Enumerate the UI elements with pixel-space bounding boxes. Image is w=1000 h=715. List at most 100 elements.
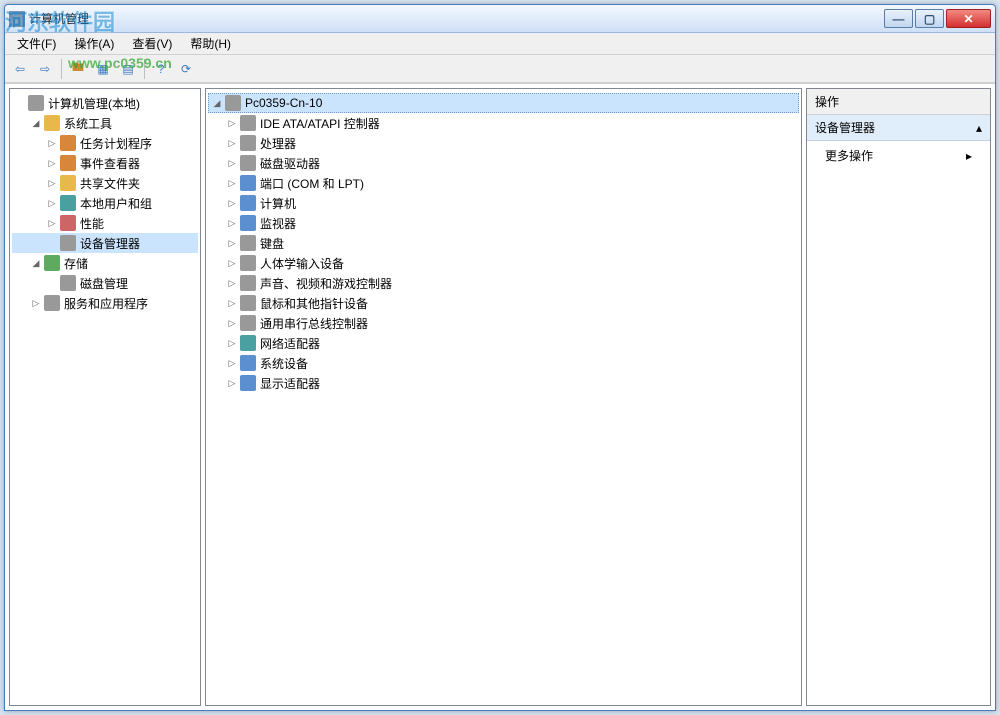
device-network[interactable]: ▷网络适配器	[208, 333, 799, 353]
view-button-1[interactable]: ▦	[92, 58, 114, 80]
device-root[interactable]: ◢Pc0359-Cn-10	[208, 93, 799, 113]
expander-icon[interactable]: ▷	[30, 297, 42, 309]
up-button[interactable]: 🖿	[67, 58, 89, 80]
tree-task-scheduler[interactable]: ▷任务计划程序	[12, 133, 198, 153]
expander-icon[interactable]: ▷	[226, 117, 238, 129]
event-icon	[60, 155, 76, 171]
device-keyboard[interactable]: ▷键盘	[208, 233, 799, 253]
storage-icon	[44, 255, 60, 271]
device-hid[interactable]: ▷人体学输入设备	[208, 253, 799, 273]
toolbar-separator	[61, 59, 62, 79]
expander-icon[interactable]: ▷	[46, 157, 58, 169]
titlebar[interactable]: 计算机管理 — ▢ ✕	[5, 5, 995, 33]
device-cpu[interactable]: ▷处理器	[208, 133, 799, 153]
expander-icon[interactable]: ▷	[226, 257, 238, 269]
menu-file[interactable]: 文件(F)	[9, 33, 64, 54]
minimize-button[interactable]: —	[884, 9, 913, 28]
tools-icon	[44, 115, 60, 131]
tree-shared-folders[interactable]: ▷共享文件夹	[12, 173, 198, 193]
actions-section-label: 设备管理器	[815, 119, 875, 136]
perf-icon	[60, 215, 76, 231]
expander-icon[interactable]: ▷	[226, 277, 238, 289]
tree-event-viewer[interactable]: ▷事件查看器	[12, 153, 198, 173]
tree-root-computer-mgmt[interactable]: ▷计算机管理(本地)	[12, 93, 198, 113]
tree-device-manager[interactable]: ▷设备管理器	[12, 233, 198, 253]
expander-icon[interactable]: ◢	[211, 97, 223, 109]
expander-icon[interactable]: ◢	[30, 117, 42, 129]
tree-disk-mgmt[interactable]: ▷磁盘管理	[12, 273, 198, 293]
disk-icon	[240, 155, 256, 171]
device-mouse[interactable]: ▷鼠标和其他指针设备	[208, 293, 799, 313]
toolbar-separator	[144, 59, 145, 79]
expander-icon[interactable]: ▷	[226, 177, 238, 189]
expander-icon[interactable]: ▷	[46, 217, 58, 229]
expander-icon[interactable]: ▷	[226, 237, 238, 249]
tree-system-tools[interactable]: ◢系统工具	[12, 113, 198, 133]
device-monitor[interactable]: ▷监视器	[208, 213, 799, 233]
close-button[interactable]: ✕	[946, 9, 991, 28]
tree-local-users[interactable]: ▷本地用户和组	[12, 193, 198, 213]
expander-icon[interactable]: ▷	[226, 337, 238, 349]
maximize-button[interactable]: ▢	[915, 9, 944, 28]
expander-icon[interactable]: ▷	[226, 217, 238, 229]
device-ports[interactable]: ▷端口 (COM 和 LPT)	[208, 173, 799, 193]
cpu-icon	[240, 135, 256, 151]
device-sound[interactable]: ▷声音、视频和游戏控制器	[208, 273, 799, 293]
tree-performance[interactable]: ▷性能	[12, 213, 198, 233]
actions-more[interactable]: 更多操作 ▸	[807, 141, 990, 170]
network-icon	[240, 335, 256, 351]
expander-icon[interactable]: ▷	[46, 197, 58, 209]
app-icon	[9, 11, 25, 27]
expander-icon[interactable]: ◢	[30, 257, 42, 269]
content-area: ▷计算机管理(本地) ◢系统工具 ▷任务计划程序 ▷事件查看器 ▷共享文件夹 ▷…	[5, 83, 995, 710]
usb-icon	[240, 315, 256, 331]
forward-button[interactable]: ⇨	[34, 58, 56, 80]
window-title: 计算机管理	[29, 10, 89, 27]
device-computer[interactable]: ▷计算机	[208, 193, 799, 213]
device-ide[interactable]: ▷IDE ATA/ATAPI 控制器	[208, 113, 799, 133]
tree-storage[interactable]: ◢存储	[12, 253, 198, 273]
device-usb[interactable]: ▷通用串行总线控制器	[208, 313, 799, 333]
expander-icon[interactable]: ▷	[226, 357, 238, 369]
menu-action[interactable]: 操作(A)	[66, 33, 122, 54]
device-icon	[60, 235, 76, 251]
expander-icon[interactable]: ▷	[226, 157, 238, 169]
list-icon: ▤	[122, 62, 133, 76]
refresh-button[interactable]: ⟳	[175, 58, 197, 80]
expander-icon[interactable]: ▷	[226, 137, 238, 149]
expander-icon[interactable]: ▷	[226, 197, 238, 209]
expander-icon[interactable]: ▷	[46, 177, 58, 189]
device-system[interactable]: ▷系统设备	[208, 353, 799, 373]
actions-more-label: 更多操作	[825, 147, 873, 164]
users-icon	[60, 195, 76, 211]
device-display[interactable]: ▷显示适配器	[208, 373, 799, 393]
menu-view[interactable]: 查看(V)	[124, 33, 180, 54]
refresh-icon: ⟳	[181, 62, 191, 76]
arrow-right-icon: ⇨	[40, 62, 50, 76]
tree-services-apps[interactable]: ▷服务和应用程序	[12, 293, 198, 313]
toolbar: ⇦ ⇨ 🖿 ▦ ▤ ? ⟳	[5, 55, 995, 83]
expander-icon[interactable]: ▷	[46, 137, 58, 149]
view-button-2[interactable]: ▤	[117, 58, 139, 80]
nav-tree: ▷计算机管理(本地) ◢系统工具 ▷任务计划程序 ▷事件查看器 ▷共享文件夹 ▷…	[10, 89, 200, 317]
menu-help[interactable]: 帮助(H)	[182, 33, 239, 54]
menubar: 文件(F) 操作(A) 查看(V) 帮助(H)	[5, 33, 995, 55]
expander-icon[interactable]: ▷	[226, 377, 238, 389]
collapse-icon: ▴	[976, 121, 982, 135]
port-icon	[240, 175, 256, 191]
navigation-pane[interactable]: ▷计算机管理(本地) ◢系统工具 ▷任务计划程序 ▷事件查看器 ▷共享文件夹 ▷…	[9, 88, 201, 706]
expander-icon[interactable]: ▷	[226, 297, 238, 309]
device-disk[interactable]: ▷磁盘驱动器	[208, 153, 799, 173]
folder-up-icon: 🖿	[72, 58, 84, 79]
detail-pane[interactable]: ◢Pc0359-Cn-10 ▷IDE ATA/ATAPI 控制器 ▷处理器 ▷磁…	[205, 88, 802, 706]
back-button[interactable]: ⇦	[9, 58, 31, 80]
expander-icon[interactable]: ▷	[226, 317, 238, 329]
pc-icon	[240, 195, 256, 211]
help-icon: ?	[158, 62, 165, 76]
system-icon	[240, 355, 256, 371]
help-button[interactable]: ?	[150, 58, 172, 80]
chevron-right-icon: ▸	[966, 149, 972, 163]
display-icon	[240, 375, 256, 391]
clock-icon	[60, 135, 76, 151]
actions-section[interactable]: 设备管理器 ▴	[807, 115, 990, 141]
